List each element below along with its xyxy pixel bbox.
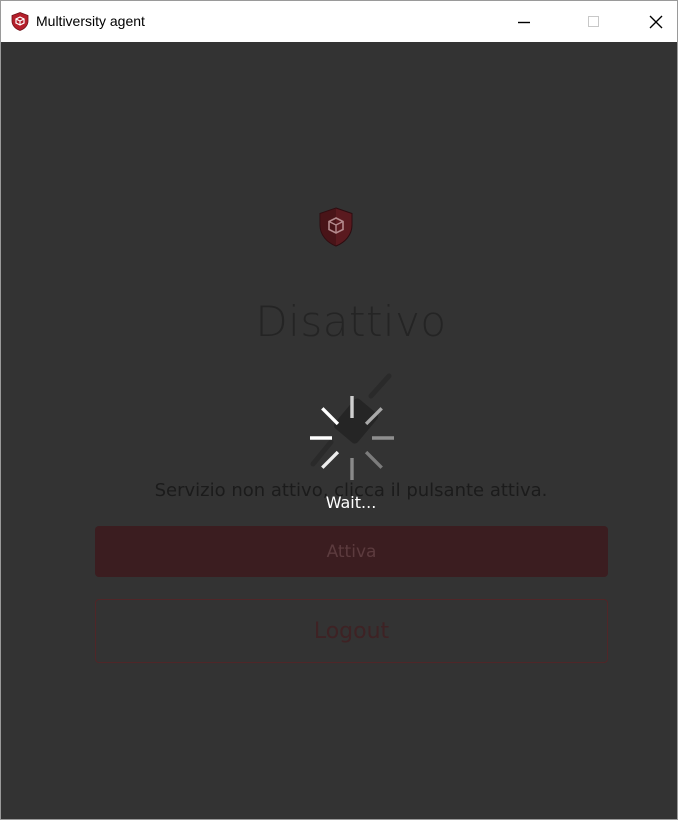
loading-spinner-icon xyxy=(310,396,394,480)
window-title: Multiversity agent xyxy=(36,13,145,29)
status-title: Disattivo xyxy=(255,297,447,346)
wait-text: Wait... xyxy=(325,493,377,512)
maximize-icon xyxy=(588,15,599,27)
main-content: Disattivo Servizio non attivo, clicca il… xyxy=(1,42,677,819)
maximize-button[interactable] xyxy=(571,1,617,42)
app-window: Multiversity agent Disattivo Servizio no… xyxy=(0,0,678,820)
shield-cube-icon xyxy=(11,12,29,31)
minimize-icon xyxy=(518,21,530,23)
logout-button[interactable]: Logout xyxy=(95,599,608,663)
close-icon xyxy=(649,15,663,28)
shield-cube-icon xyxy=(319,207,353,247)
minimize-button[interactable] xyxy=(501,1,547,42)
close-button[interactable] xyxy=(633,1,678,42)
activate-button[interactable]: Attiva xyxy=(95,526,608,577)
title-bar[interactable]: Multiversity agent xyxy=(1,1,677,42)
